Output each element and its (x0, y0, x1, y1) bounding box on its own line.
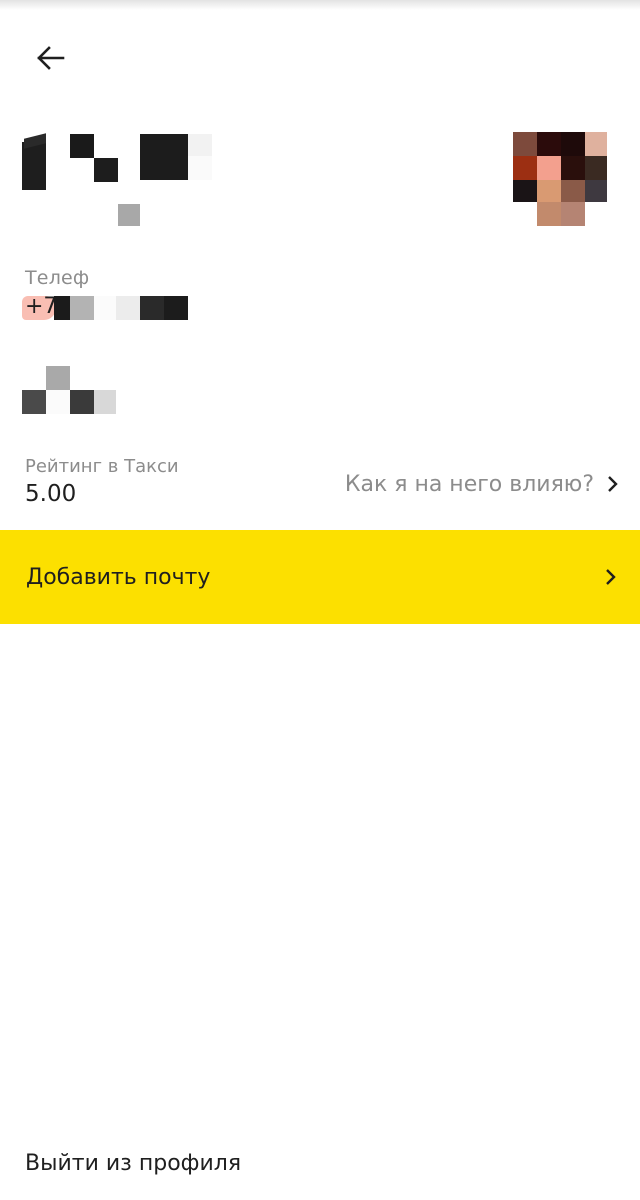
profile-screen: Телеф +7 Рейтинг в Такси 5.00 Как я на н… (0, 0, 640, 1200)
phone-value-censored: +7 (22, 292, 192, 326)
chevron-right-icon (606, 569, 616, 585)
top-shadow (0, 0, 640, 10)
back-button[interactable] (28, 38, 72, 78)
phone-label-text: Телеф (25, 267, 90, 289)
add-email-label: Добавить почту (26, 564, 211, 590)
rating-value: 5.00 (25, 481, 77, 507)
rating-info-label: Как я на него влияю? (344, 471, 594, 497)
avatar[interactable] (513, 132, 607, 226)
email-censored (22, 366, 122, 416)
rating-info-link[interactable]: Как я на него влияю? (345, 466, 620, 502)
user-name-censored (22, 132, 212, 232)
phone-label: Телеф (25, 267, 89, 289)
chevron-right-icon (608, 476, 618, 492)
rating-label: Рейтинг в Такси (25, 456, 179, 477)
add-email-button[interactable]: Добавить почту (0, 530, 640, 624)
logout-button[interactable]: Выйти из профиля (25, 1151, 241, 1176)
arrow-left-icon (37, 46, 65, 70)
phone-prefix: +7 (25, 294, 58, 319)
